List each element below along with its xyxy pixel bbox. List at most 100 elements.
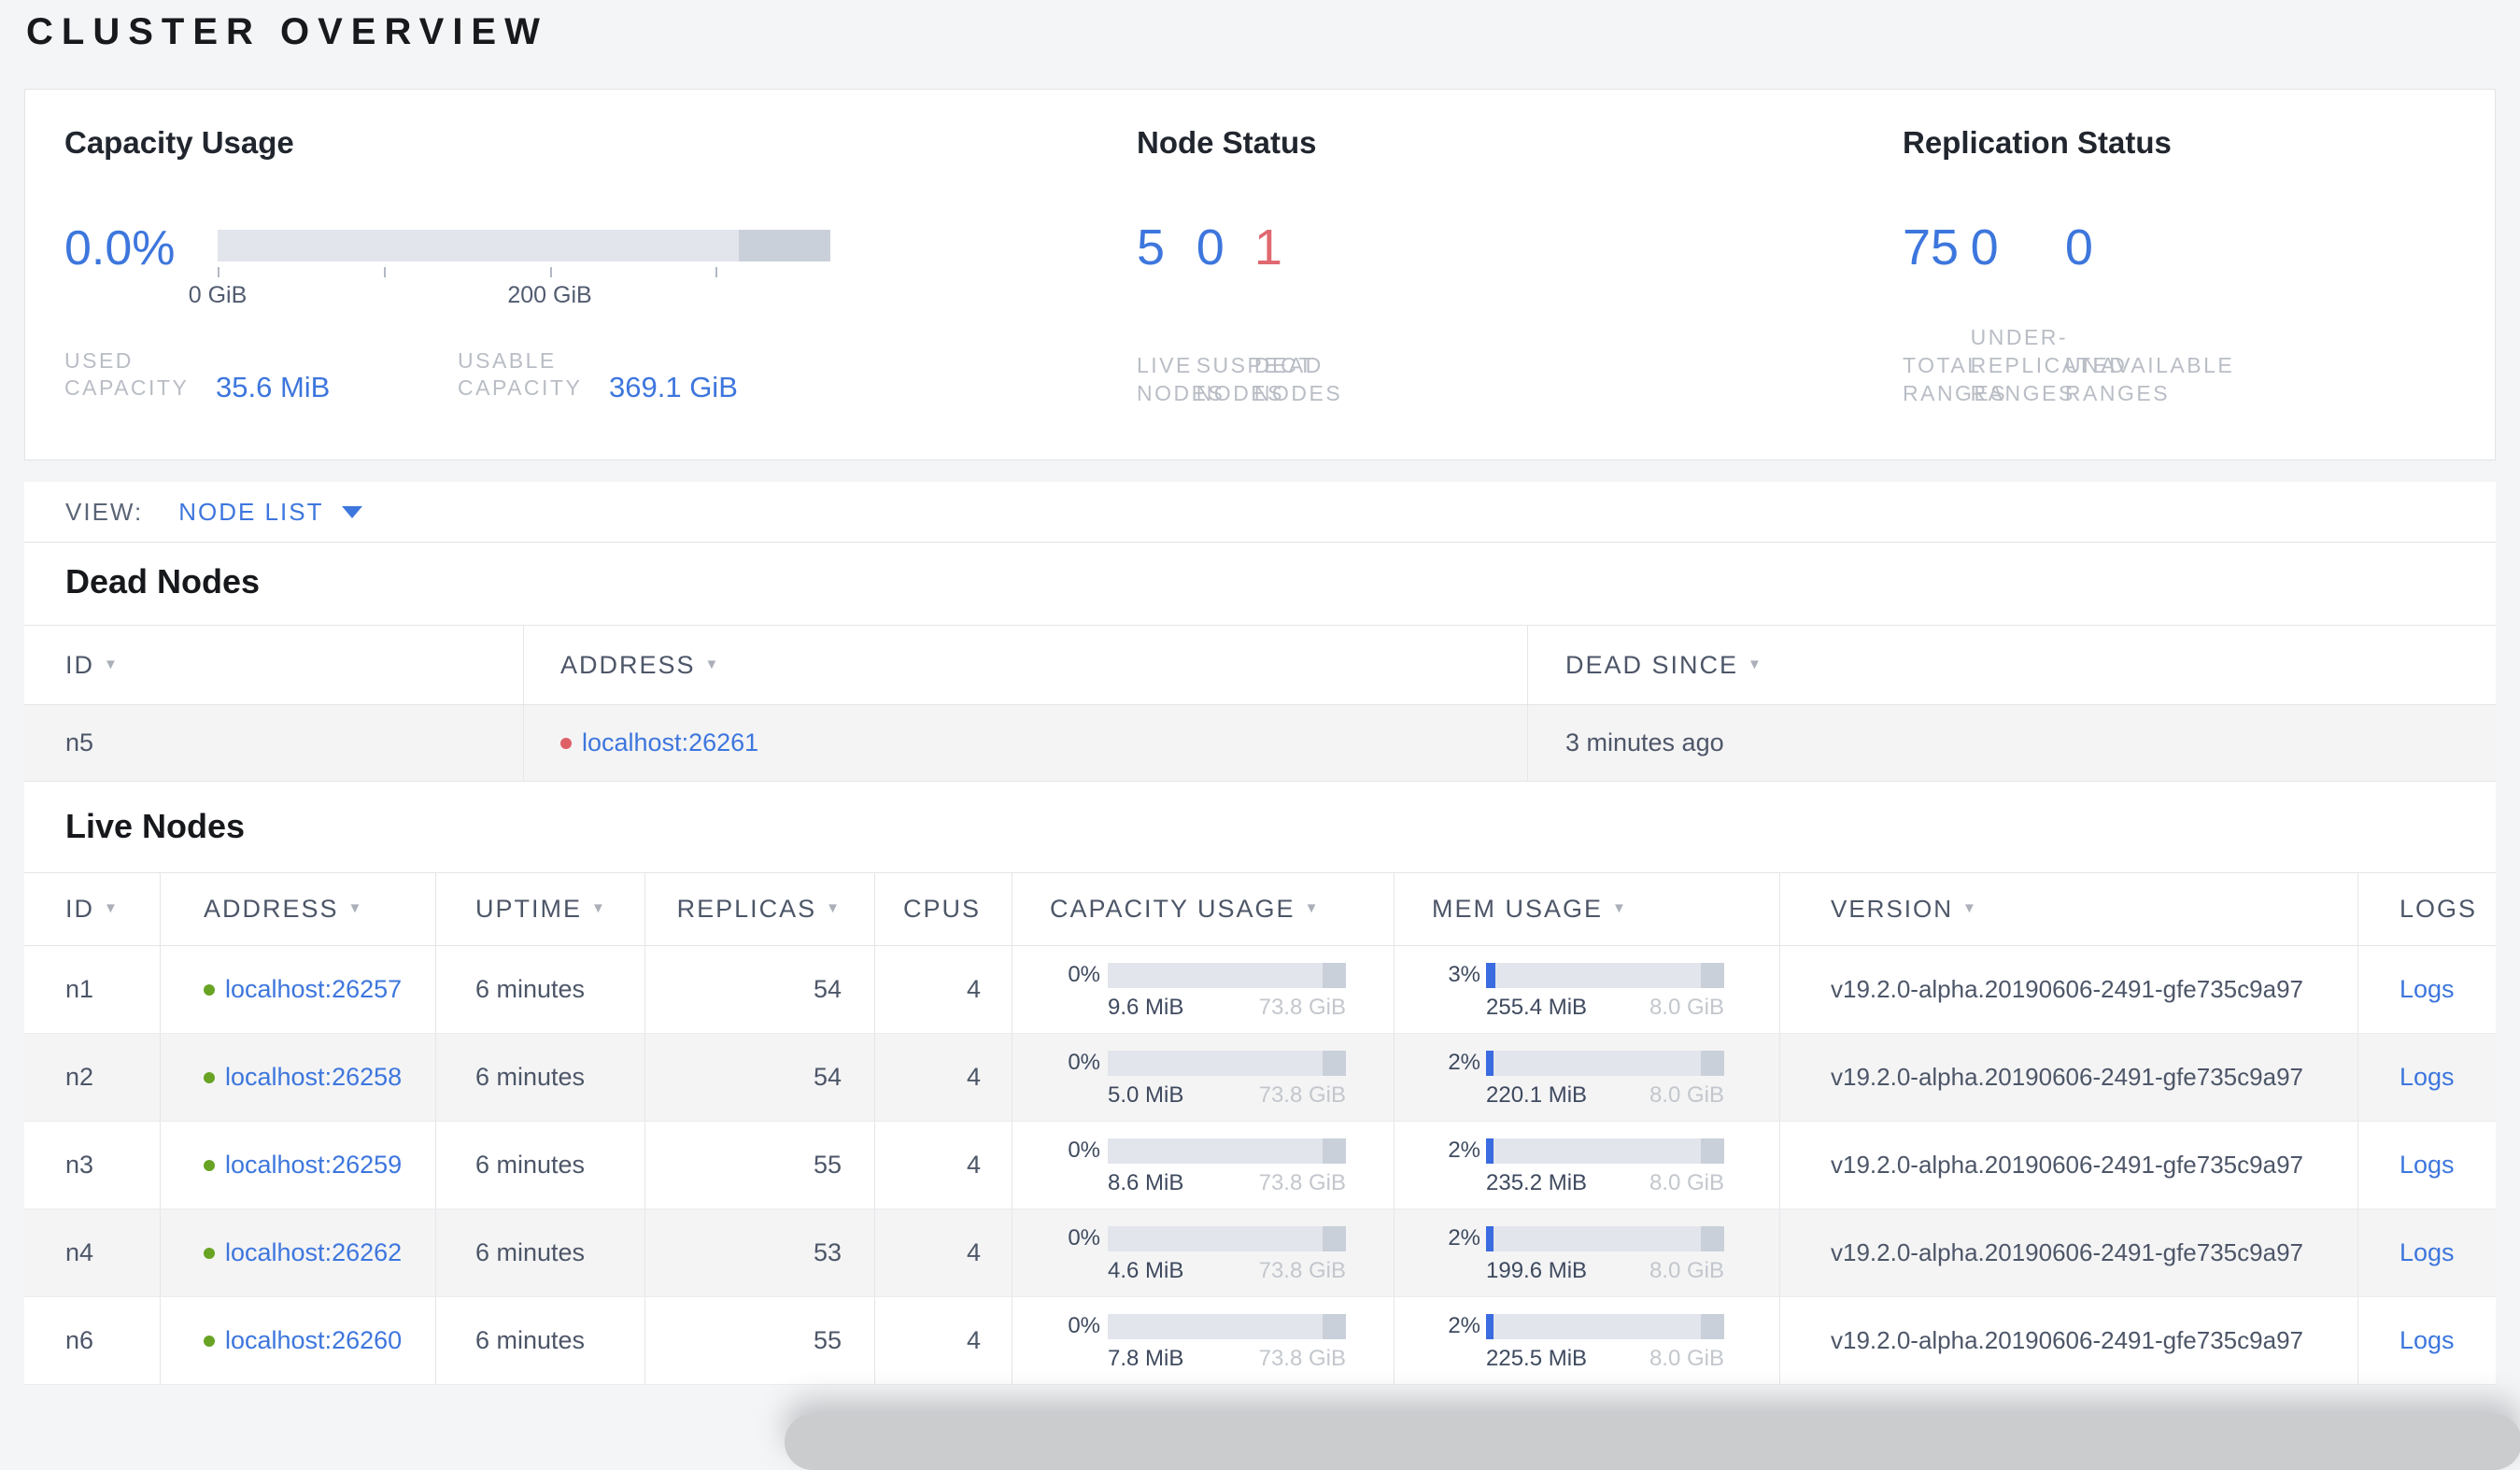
column-header-version[interactable]: VERSION ▼ xyxy=(1780,873,2358,945)
mem-bar xyxy=(1486,1313,1724,1339)
column-header-uptime[interactable]: UPTIME ▼ xyxy=(436,873,645,945)
node-list-dropdown-value: NODE LIST xyxy=(178,497,324,526)
live-status-dot-icon xyxy=(204,983,215,996)
total-ranges-count: 75 xyxy=(1903,219,1960,276)
view-bar: VIEW: NODE LIST xyxy=(24,482,2496,543)
version-cell: v19.2.0-alpha.20190606-2491-gfe735c9a97 xyxy=(1780,946,2358,1033)
column-header-id[interactable]: ID ▼ xyxy=(24,626,524,704)
live-status-dot-icon xyxy=(204,1247,215,1259)
address-link[interactable]: localhost:26257 xyxy=(225,975,402,1004)
column-header-replicas[interactable]: REPLICAS ▼ xyxy=(645,873,875,945)
version-cell: v19.2.0-alpha.20190606-2491-gfe735c9a97 xyxy=(1780,1297,2358,1384)
dead-nodes-table: ID ▼ ADDRESS ▼ DEAD SINCE ▼ n5 localhost:26… xyxy=(24,625,2496,782)
column-header-capacity-usage[interactable]: CAPACITY USAGE ▼ xyxy=(1012,873,1394,945)
unavailable-ranges-label: UNAVAILABLE RANGES xyxy=(2064,353,2235,405)
address-link[interactable]: localhost:26260 xyxy=(225,1326,402,1355)
dead-nodes-table-header: ID ▼ ADDRESS ▼ DEAD SINCE ▼ xyxy=(24,625,2496,705)
axis-tick xyxy=(715,267,718,277)
version-cell: v19.2.0-alpha.20190606-2491-gfe735c9a97 xyxy=(1780,1209,2358,1296)
replicas-cell: 55 xyxy=(645,1297,875,1384)
mem-usage-cell: 3% 255.4 MiB 8.0 GiB xyxy=(1394,946,1780,1033)
cpus-cell: 4 xyxy=(875,946,1012,1033)
node-id: n4 xyxy=(24,1209,161,1296)
axis-tick xyxy=(549,267,552,277)
cluster-summary-card: Capacity Usage 0.0% 0 GiB 200 GiB USED C… xyxy=(24,89,2496,460)
mem-usage-cell: 2% 220.1 MiB 8.0 GiB xyxy=(1394,1034,1780,1121)
node-id: n1 xyxy=(24,946,161,1033)
uptime-cell: 6 minutes xyxy=(436,1122,645,1209)
replication-status-section: Replication Status 75 TOTAL RANGES 0 UND… xyxy=(1903,125,2232,424)
table-row: n3 localhost:26259 6 minutes 55 4 0% 8.6… xyxy=(24,1122,2496,1209)
capacity-bar xyxy=(1108,1050,1346,1076)
logs-link[interactable]: Logs xyxy=(2400,1063,2455,1092)
logs-cell: Logs xyxy=(2358,1297,2496,1384)
column-header-dead-since[interactable]: DEAD SINCE ▼ xyxy=(1528,626,2496,704)
column-header-id[interactable]: ID ▼ xyxy=(24,873,161,945)
cpus-cell: 4 xyxy=(875,1034,1012,1121)
uptime-cell: 6 minutes xyxy=(436,1297,645,1384)
caret-down-icon xyxy=(342,505,363,518)
capacity-usage-cell: 0% 4.6 MiB 73.8 GiB xyxy=(1012,1209,1394,1296)
axis-tick-label: 200 GiB xyxy=(507,282,592,308)
sort-desc-icon: ▼ xyxy=(1962,900,1978,916)
axis-tick xyxy=(218,267,219,277)
total-ranges-stat: 75 TOTAL RANGES xyxy=(1903,125,2005,407)
version-cell: v19.2.0-alpha.20190606-2491-gfe735c9a97 xyxy=(1780,1034,2358,1121)
view-label: VIEW: xyxy=(65,497,144,526)
logs-link[interactable]: Logs xyxy=(2400,1151,2455,1180)
address-link[interactable]: localhost:26262 xyxy=(225,1238,402,1267)
mem-usage-cell: 2% 199.6 MiB 8.0 GiB xyxy=(1394,1209,1780,1296)
live-nodes-table: ID ▼ ADDRESS ▼ UPTIME ▼ REPLICAS ▼ CPUS CAPA… xyxy=(24,872,2496,1385)
sort-desc-icon: ▼ xyxy=(1304,900,1321,916)
uptime-cell: 6 minutes xyxy=(436,1209,645,1296)
mem-usage-cell: 2% 235.2 MiB 8.0 GiB xyxy=(1394,1122,1780,1209)
suspect-nodes-count: 0 xyxy=(1196,219,1225,276)
capacity-usage-bar xyxy=(218,230,830,261)
sort-desc-icon: ▼ xyxy=(104,656,120,672)
dead-nodes-title: Dead Nodes xyxy=(65,562,261,601)
usable-capacity-stat: USABLE CAPACITY 369.1 GiB xyxy=(458,347,738,403)
column-header-mem-usage[interactable]: MEM USAGE ▼ xyxy=(1394,873,1780,945)
dead-nodes-count: 1 xyxy=(1253,219,1282,276)
used-capacity-stat: USED CAPACITY 35.6 MiB xyxy=(64,347,330,403)
column-header-address[interactable]: ADDRESS ▼ xyxy=(161,873,436,945)
table-row: n5 localhost:26261 3 minutes ago xyxy=(24,705,2496,782)
address-cell: localhost:26260 xyxy=(161,1297,436,1384)
column-header-address[interactable]: ADDRESS ▼ xyxy=(524,626,1528,704)
capacity-usage-title: Capacity Usage xyxy=(64,125,294,160)
node-id: n6 xyxy=(24,1297,161,1384)
live-status-dot-icon xyxy=(204,1071,215,1083)
column-header-cpus: CPUS xyxy=(875,873,1012,945)
address-cell: localhost:26259 xyxy=(161,1122,436,1209)
replicas-cell: 54 xyxy=(645,946,875,1033)
suspect-nodes-stat: 0 SUSPECT NODES xyxy=(1196,125,1311,407)
capacity-bar-reserved-segment xyxy=(738,230,830,261)
page-title: CLUSTER OVERVIEW xyxy=(26,11,548,52)
sort-desc-icon: ▼ xyxy=(704,656,721,672)
node-list-dropdown[interactable]: NODE LIST xyxy=(178,497,363,527)
unavailable-ranges-count: 0 xyxy=(2064,219,2093,276)
under-replicated-ranges-count: 0 xyxy=(1970,219,1999,276)
logs-link[interactable]: Logs xyxy=(2400,1326,2455,1355)
mem-bar xyxy=(1486,1050,1724,1076)
mem-usage-cell: 2% 225.5 MiB 8.0 GiB xyxy=(1394,1297,1780,1384)
address-link[interactable]: localhost:26258 xyxy=(225,1063,402,1092)
logs-cell: Logs xyxy=(2358,1209,2496,1296)
node-list-content: Dead Nodes ID ▼ ADDRESS ▼ DEAD SINCE ▼ n5 l… xyxy=(24,543,2496,1385)
sort-desc-icon: ▼ xyxy=(1612,900,1628,916)
sort-desc-icon: ▼ xyxy=(1748,656,1763,672)
logs-link[interactable]: Logs xyxy=(2400,1238,2455,1267)
logs-link[interactable]: Logs xyxy=(2400,975,2455,1004)
below-fold-shadow xyxy=(785,1414,2520,1470)
mem-bar xyxy=(1486,1138,1724,1164)
version-cell: v19.2.0-alpha.20190606-2491-gfe735c9a97 xyxy=(1780,1122,2358,1209)
address-link[interactable]: localhost:26261 xyxy=(582,728,758,757)
dead-since-cell: 3 minutes ago xyxy=(1565,728,1724,756)
usable-capacity-value: 369.1 GiB xyxy=(609,371,738,403)
capacity-usage-cell: 0% 7.8 MiB 73.8 GiB xyxy=(1012,1297,1394,1384)
capacity-usage-cell: 0% 5.0 MiB 73.8 GiB xyxy=(1012,1034,1394,1121)
dead-status-dot-icon xyxy=(560,737,572,749)
column-header-logs: LOGS xyxy=(2400,895,2478,923)
address-link[interactable]: localhost:26259 xyxy=(225,1151,402,1180)
mem-bar xyxy=(1486,1225,1724,1251)
